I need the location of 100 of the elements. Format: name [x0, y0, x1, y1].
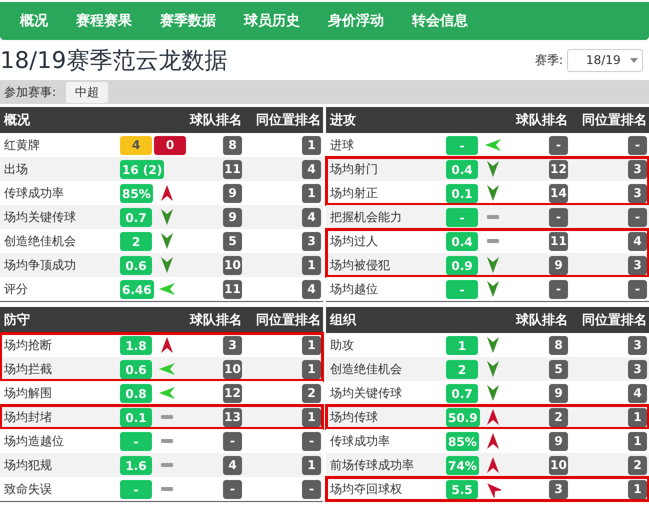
- team-rank: -: [549, 208, 568, 226]
- stat-label: 场均越位: [329, 280, 379, 298]
- stat-value: -: [446, 136, 478, 156]
- position-rank: -: [302, 432, 321, 450]
- stat-label: 场均关键传球: [329, 384, 403, 402]
- stat-value: 6.46: [120, 280, 154, 300]
- stat-label: 场均造越位: [3, 432, 65, 450]
- team-rank: -: [549, 136, 568, 154]
- stat-label: 传球成功率: [3, 184, 65, 202]
- position-rank: -: [628, 208, 647, 226]
- stat-value: 1: [446, 336, 478, 356]
- team-rank: 14: [549, 184, 568, 202]
- position-rank: 3: [628, 360, 647, 378]
- stat-value: 2: [446, 360, 478, 380]
- caret-icon: [630, 58, 638, 62]
- sending-off-count: 0: [154, 136, 186, 154]
- season-select[interactable]: 18/19: [567, 48, 643, 72]
- position-rank: 2: [628, 456, 647, 474]
- stat-value: 0.1: [120, 408, 152, 428]
- stat-value: 0.6: [120, 256, 152, 276]
- position-rank: 2: [302, 384, 321, 402]
- stat-label: 场均射正: [329, 184, 379, 202]
- position-rank: 1: [628, 408, 647, 426]
- position-rank: 4: [628, 232, 647, 250]
- stat-value: -: [446, 280, 478, 300]
- position-rank: 4: [302, 160, 321, 178]
- team-rank: 9: [549, 384, 568, 402]
- stat-label: 场均被侵犯: [329, 256, 391, 274]
- team-rank: 13: [223, 408, 242, 426]
- team-rank: -: [223, 432, 242, 450]
- stat-value: 16 (2): [120, 160, 164, 180]
- stat-label: 创造绝佳机会: [3, 232, 77, 250]
- panel-title: 概况: [2, 112, 31, 129]
- stat-label: 进球: [329, 136, 355, 154]
- stat-label: 场均拦截: [3, 360, 53, 378]
- stat-value: 74%: [446, 456, 479, 476]
- season-label: 赛季:: [534, 52, 563, 68]
- position-rank: -: [628, 280, 647, 298]
- stat-value: -: [120, 480, 152, 500]
- stat-value: 85%: [446, 432, 479, 452]
- stat-label: 评分: [3, 280, 29, 298]
- stat-label: 场均传球: [329, 408, 379, 426]
- stat-value: 0.7: [446, 384, 478, 404]
- team-rank: 11: [549, 232, 568, 250]
- stat-label: 场均犯规: [3, 456, 53, 474]
- panel-title: 防守: [3, 312, 31, 329]
- nav-tab[interactable]: 赛季数据: [146, 12, 230, 30]
- competition-chip[interactable]: 中超: [66, 82, 108, 102]
- position-rank: 3: [302, 232, 321, 250]
- position-rank: 1: [302, 136, 321, 154]
- stat-value: -: [120, 432, 152, 452]
- position-rank: 1: [302, 360, 321, 378]
- column-header: 同位置排名: [582, 112, 648, 129]
- team-rank: 12: [549, 160, 568, 178]
- stat-value: 0.1: [446, 184, 478, 204]
- team-rank: 3: [223, 336, 242, 354]
- team-rank: -: [549, 280, 568, 298]
- stat-label: 场均争顶成功: [3, 256, 77, 274]
- stat-value: 85%: [120, 184, 153, 204]
- stat-value: 0.7: [120, 208, 152, 228]
- stat-label: 出场: [3, 160, 29, 178]
- nav-tab[interactable]: 球员历史: [230, 12, 314, 30]
- team-rank: 12: [223, 384, 242, 402]
- position-rank: 4: [302, 280, 321, 298]
- panel-title: 进攻: [328, 112, 357, 129]
- stat-label: 场均关键传球: [3, 208, 77, 226]
- position-rank: 1: [302, 456, 321, 474]
- stat-value: 1.8: [120, 336, 152, 356]
- team-rank: 5: [549, 360, 568, 378]
- stat-value: 1.6: [120, 456, 152, 476]
- position-rank: 3: [628, 184, 647, 202]
- stat-label: 场均抢断: [3, 336, 53, 354]
- stat-value: 0.4: [446, 232, 478, 252]
- position-rank: 1: [302, 408, 321, 426]
- team-rank: 2: [549, 408, 568, 426]
- column-header: 球队排名: [516, 112, 569, 129]
- team-rank: 10: [223, 360, 242, 378]
- nav-tab[interactable]: 概况: [6, 12, 62, 30]
- nav-tab[interactable]: 赛程赛果: [62, 12, 146, 30]
- competition-label: 参加赛事:: [4, 84, 56, 100]
- team-rank: 10: [549, 456, 568, 474]
- team-rank: 9: [223, 184, 242, 202]
- position-rank: -: [628, 136, 647, 154]
- stat-label: 助攻: [329, 336, 355, 354]
- column-header: 球队排名: [190, 112, 243, 129]
- stat-label: 场均解围: [3, 384, 53, 402]
- position-rank: -: [302, 480, 321, 498]
- position-rank: 4: [302, 208, 321, 226]
- team-rank: 4: [223, 456, 242, 474]
- team-rank: 10: [223, 256, 242, 274]
- nav-tab[interactable]: 转会信息: [398, 12, 482, 30]
- stat-label: 场均封堵: [3, 408, 53, 426]
- stat-value: 0.4: [446, 160, 478, 180]
- team-rank: 11: [223, 280, 242, 298]
- nav-tab[interactable]: 身价浮动: [314, 12, 398, 30]
- stat-value: 5.5: [446, 480, 478, 500]
- team-rank: 8: [223, 136, 242, 154]
- position-rank: 1: [628, 480, 647, 498]
- team-rank: 9: [549, 432, 568, 450]
- stat-value: 50.9: [446, 408, 480, 428]
